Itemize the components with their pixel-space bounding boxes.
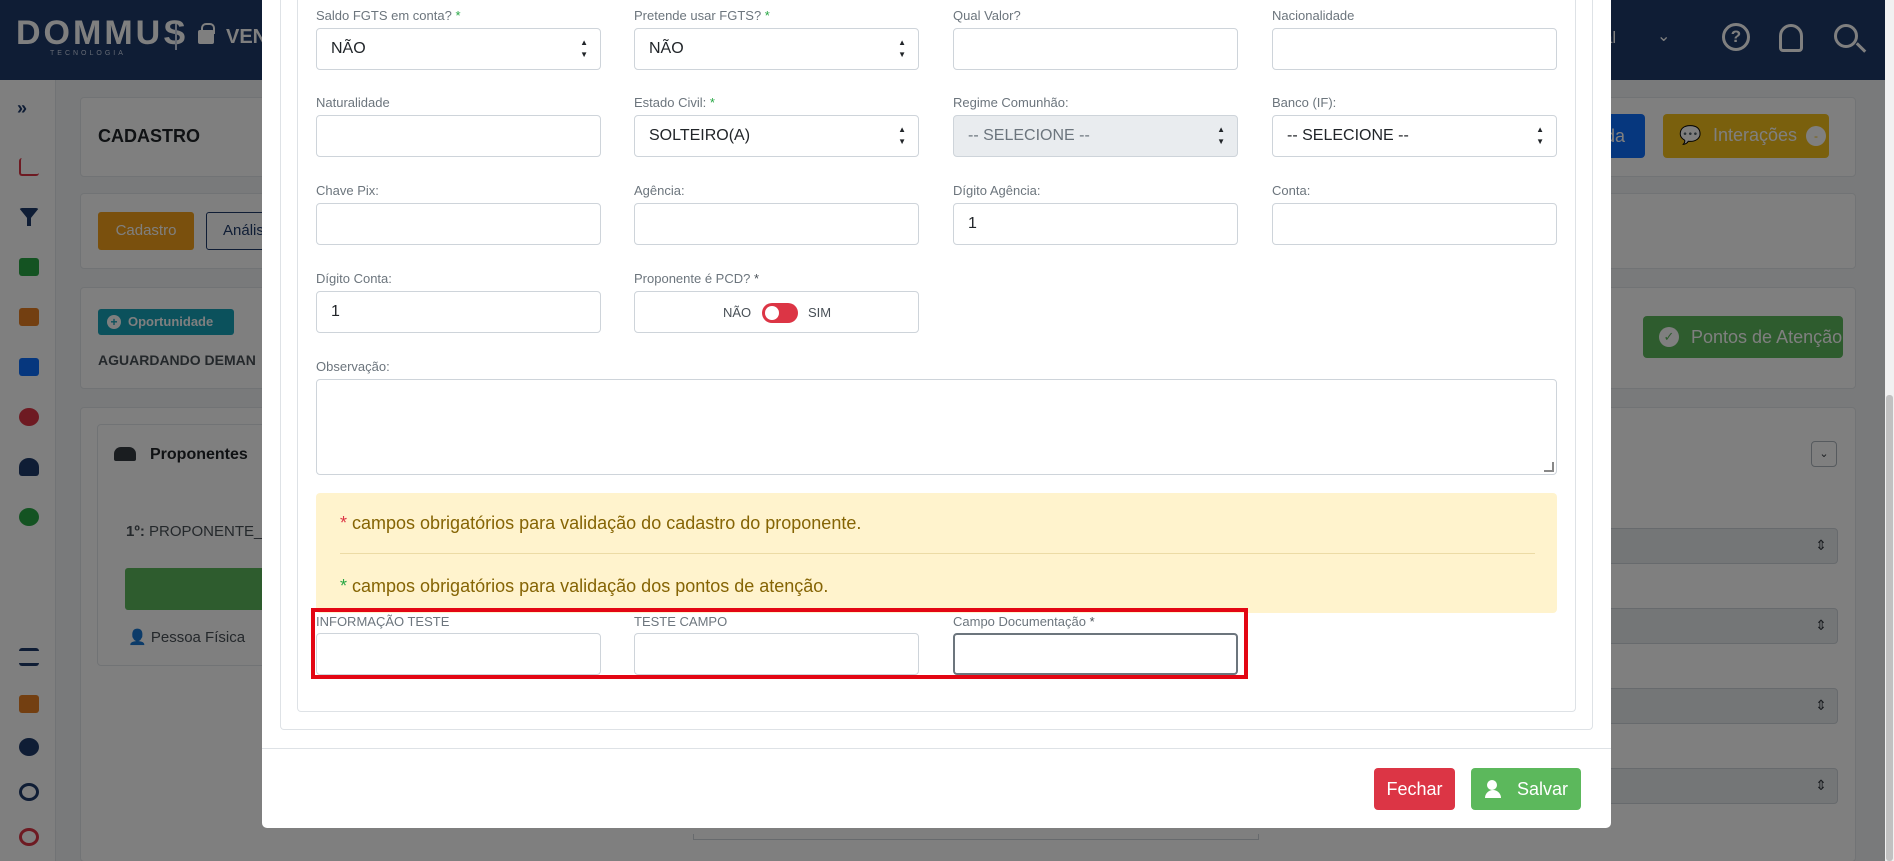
nacionalidade-input[interactable]: [1272, 28, 1557, 70]
alert-line-pontos: * campos obrigatórios para validação dos…: [340, 576, 829, 596]
qual-valor-input[interactable]: [953, 28, 1238, 70]
pretende-fgts-select[interactable]: NÃO: [634, 23, 919, 75]
estado-civil-select[interactable]: SOLTEIRO(A): [634, 110, 919, 162]
chave-pix-input[interactable]: [316, 203, 601, 245]
saldo-fgts-select[interactable]: NÃO: [316, 23, 601, 75]
banco-select[interactable]: -- SELECIONE --: [1272, 110, 1557, 162]
alert-divider: [340, 553, 1535, 554]
pcd-yes-label: SIM: [808, 305, 832, 320]
alert-line-cadastro: * campos obrigatórios para validação do …: [340, 513, 862, 533]
pcd-no-label: NÃO: [723, 305, 752, 320]
agencia-input[interactable]: [634, 203, 919, 245]
naturalidade-input[interactable]: [316, 115, 601, 157]
regime-comunhao-select: -- SELECIONE --: [953, 110, 1238, 162]
scrollbar-thumb[interactable]: [1886, 395, 1893, 861]
user-edit-icon: [1485, 780, 1505, 798]
observacao-textarea[interactable]: [316, 379, 1557, 475]
pcd-toggle[interactable]: [762, 303, 798, 323]
resize-handle-icon[interactable]: [1544, 462, 1554, 472]
highlight-annotation-box: [311, 608, 1248, 679]
digito-agencia-input[interactable]: 1: [953, 203, 1238, 245]
conta-input[interactable]: [1272, 203, 1557, 245]
fechar-button[interactable]: Fechar: [1374, 768, 1455, 810]
required-fields-alert: * campos obrigatórios para validação do …: [316, 493, 1557, 613]
page-scrollbar[interactable]: [1885, 0, 1894, 861]
salvar-button[interactable]: Salvar: [1471, 768, 1581, 810]
digito-conta-input[interactable]: 1: [316, 291, 601, 333]
pcd-switch-box: NÃO SIM: [634, 291, 919, 333]
